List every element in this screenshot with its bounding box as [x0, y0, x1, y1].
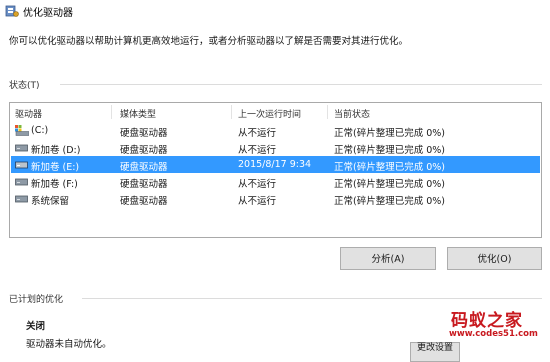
current-status: 正常(碎片整理已完成 0%): [334, 128, 446, 139]
scheduled-group-label: 已计划的优化: [9, 295, 64, 305]
drive-row-e[interactable]: 新加卷 (E:) 硬盘驱动器 2015/8/17 9:34 正常(碎片整理已完成…: [11, 156, 540, 173]
watermark: 码蚁之家 www.codes51.com: [437, 306, 550, 352]
defrag-app-icon: [5, 5, 19, 17]
last-run-time: 从不运行: [238, 196, 277, 207]
last-run-time: 2015/8/17 9:34: [238, 159, 312, 170]
optimize-button[interactable]: 优化(O): [447, 247, 542, 270]
hard-drive-icon: [15, 195, 28, 203]
drive-name: 系统保留: [31, 196, 70, 207]
window-title: 优化驱动器: [23, 8, 73, 19]
status-group-divider: [60, 84, 542, 85]
column-header-last-run[interactable]: 上一次运行时间: [238, 107, 301, 120]
drive-list[interactable]: 驱动器 媒体类型 上一次运行时间 当前状态 (C:) 硬盘驱动器 从不运行 正常…: [9, 102, 542, 238]
drive-row-d[interactable]: 新加卷 (D:) 硬盘驱动器 从不运行 正常(碎片整理已完成 0%): [11, 139, 540, 156]
column-separator[interactable]: [231, 105, 232, 119]
media-type: 硬盘驱动器: [120, 128, 168, 139]
media-type: 硬盘驱动器: [120, 196, 168, 207]
drive-row-f[interactable]: 新加卷 (F:) 硬盘驱动器 从不运行 正常(碎片整理已完成 0%): [11, 173, 540, 190]
watermark-logo-text: 码蚁之家: [451, 311, 523, 331]
current-status: 正常(碎片整理已完成 0%): [334, 196, 446, 207]
column-header-media-type[interactable]: 媒体类型: [120, 107, 156, 120]
current-status: 正常(碎片整理已完成 0%): [334, 162, 446, 173]
description-text: 你可以优化驱动器以帮助计算机更高效地运行，或者分析驱动器以了解是否需要对其进行优…: [9, 36, 409, 47]
drive-row-c[interactable]: (C:) 硬盘驱动器 从不运行 正常(碎片整理已完成 0%): [11, 122, 540, 139]
drive-name: 新加卷 (D:): [31, 145, 81, 156]
analyze-button[interactable]: 分析(A): [340, 247, 436, 270]
scheduled-group-divider: [82, 298, 542, 299]
hard-drive-icon: [15, 178, 28, 186]
hard-drive-icon: [15, 161, 28, 169]
column-header-status[interactable]: 当前状态: [334, 107, 370, 120]
media-type: 硬盘驱动器: [120, 179, 168, 190]
current-status: 正常(碎片整理已完成 0%): [334, 145, 446, 156]
drive-name: 新加卷 (F:): [31, 179, 78, 190]
drive-name: 新加卷 (E:): [31, 162, 80, 173]
system-drive-icon: [15, 125, 29, 136]
status-group-label: 状态(T): [9, 81, 40, 91]
column-header-drive[interactable]: 驱动器: [15, 107, 42, 120]
title-bar: 优化驱动器: [0, 0, 550, 22]
media-type: 硬盘驱动器: [120, 162, 168, 173]
drive-row-system-reserved[interactable]: 系统保留 硬盘驱动器 从不运行 正常(碎片整理已完成 0%): [11, 190, 540, 207]
last-run-time: 从不运行: [238, 179, 277, 190]
media-type: 硬盘驱动器: [120, 145, 168, 156]
schedule-detail: 驱动器未自动优化。: [26, 339, 112, 350]
hard-drive-icon: [15, 144, 28, 152]
current-status: 正常(碎片整理已完成 0%): [334, 179, 446, 190]
watermark-url: www.codes51.com: [449, 329, 538, 339]
column-separator[interactable]: [111, 105, 112, 119]
schedule-state: 关闭: [26, 321, 46, 332]
column-separator[interactable]: [327, 105, 328, 119]
last-run-time: 从不运行: [238, 145, 277, 156]
last-run-time: 从不运行: [238, 128, 277, 139]
drive-name: (C:): [31, 125, 49, 136]
drive-list-header: 驱动器 媒体类型 上一次运行时间 当前状态: [10, 103, 541, 121]
